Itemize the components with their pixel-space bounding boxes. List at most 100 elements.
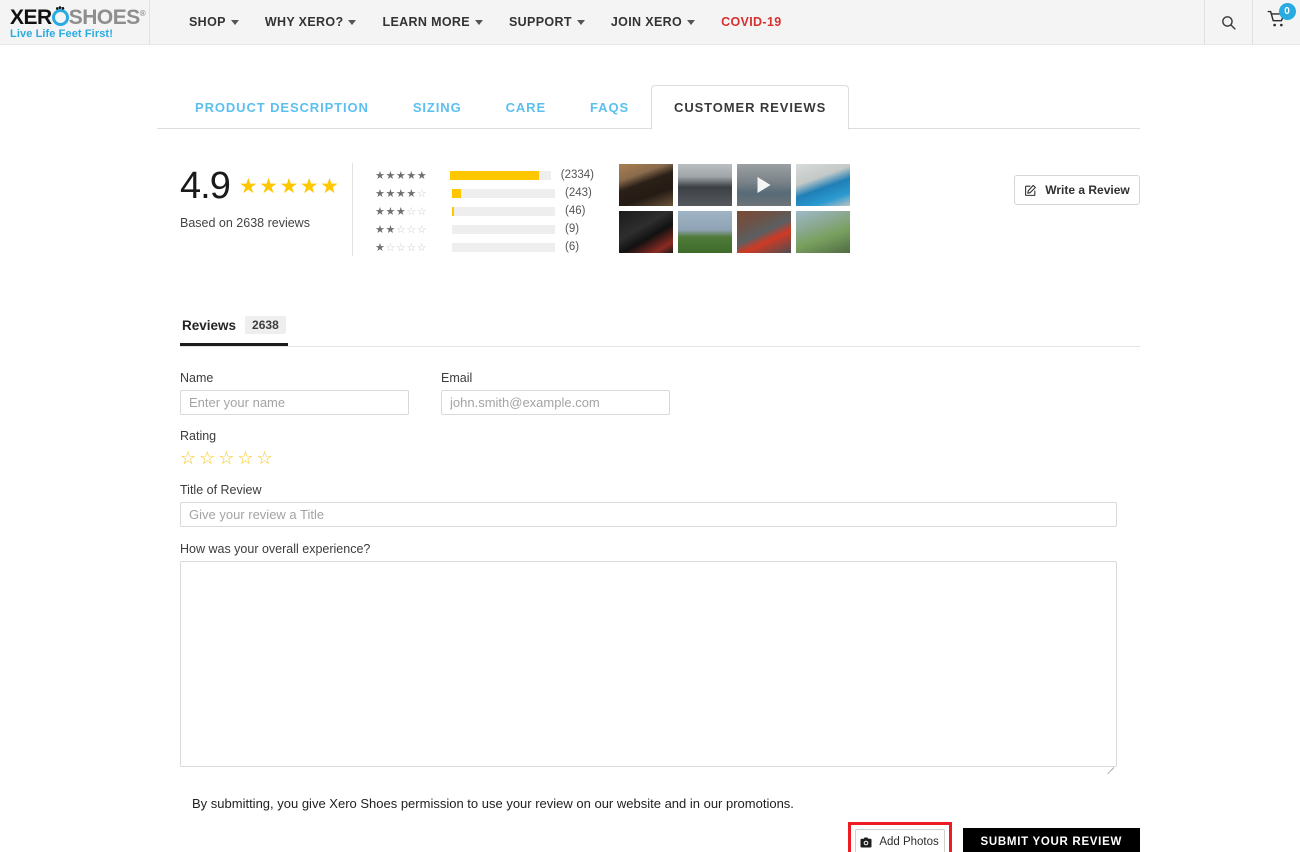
email-field-group: Email	[441, 371, 670, 415]
histogram-stars: ★★★☆☆	[375, 205, 428, 218]
histogram-row[interactable]: ★★☆☆☆ (9)	[375, 220, 594, 238]
review-form: Name Email Rating ☆☆☆☆☆ Title of Review …	[180, 371, 1140, 852]
pencil-square-icon	[1025, 184, 1037, 196]
gallery-thumb-street-video[interactable]	[736, 163, 792, 207]
histogram-bar-track	[452, 188, 555, 198]
tab-care[interactable]: CARE	[484, 100, 568, 129]
tab-customer-reviews[interactable]: CUSTOMER REVIEWS	[651, 85, 850, 130]
rating-star-input[interactable]: ☆☆☆☆☆	[180, 448, 1140, 468]
histogram-count: (243)	[565, 187, 592, 199]
consent-text: By submitting, you give Xero Shoes permi…	[192, 796, 794, 811]
camera-icon	[860, 837, 872, 847]
tab-sizing[interactable]: SIZING	[391, 100, 484, 129]
nav-item-support[interactable]: SUPPORT	[496, 15, 598, 29]
page-body: PRODUCT DESCRIPTION SIZING CARE FAQS CUS…	[0, 84, 1300, 852]
nav-item-learn-more[interactable]: LEARN MORE	[369, 15, 496, 29]
gallery-thumb-red-gray-shoes[interactable]	[736, 210, 792, 254]
histogram-row[interactable]: ★★★☆☆ (46)	[375, 202, 594, 220]
customer-photo-gallery	[618, 163, 855, 258]
nav-item-label: WHY XERO?	[264, 15, 344, 29]
rating-histogram: ★★★★★ (2334) ★★★★☆ (243) ★★★☆☆ (46) ★★☆☆…	[352, 163, 594, 256]
search-button[interactable]	[1204, 0, 1252, 45]
nav-item-join-xero[interactable]: JOIN XERO	[598, 15, 708, 29]
experience-field-group: How was your overall experience?	[180, 542, 1140, 775]
average-score-value: 4.9	[180, 165, 231, 207]
nav-item-label: SUPPORT	[508, 15, 572, 29]
registered-mark: ®	[139, 8, 146, 18]
write-a-review-button[interactable]: Write a Review	[1014, 175, 1140, 205]
review-summary: 4.9 ★★★★★ Based on 2638 reviews ★★★★★ (2…	[180, 163, 1140, 258]
add-photos-label: Add Photos	[879, 836, 939, 848]
histogram-bar-track	[450, 170, 551, 180]
experience-textarea[interactable]	[180, 561, 1117, 767]
logo-wordmark: XER SHOES®	[10, 4, 149, 28]
histogram-bar-track	[452, 224, 555, 234]
logo-xero-text: XER	[10, 5, 52, 29]
email-label: Email	[441, 371, 473, 385]
write-a-review-label: Write a Review	[1045, 183, 1130, 197]
cart-count-badge: 0	[1278, 3, 1296, 20]
average-score-row: 4.9 ★★★★★	[180, 167, 352, 205]
gallery-thumb-person-blue-jacket[interactable]	[677, 163, 733, 207]
tab-faqs[interactable]: FAQS	[568, 100, 651, 129]
product-tabs-list: PRODUCT DESCRIPTION SIZING CARE FAQS CUS…	[157, 84, 1300, 130]
form-actions: Add Photos SUBMIT YOUR REVIEW	[180, 822, 1140, 852]
title-label: Title of Review	[180, 483, 262, 497]
nav-item-label: JOIN XERO	[610, 15, 683, 29]
gallery-thumb-black-shoe-laces[interactable]	[618, 210, 674, 254]
logo-shoes-text: SHOES	[68, 5, 141, 29]
rating-field-group: Rating ☆☆☆☆☆	[180, 429, 1140, 468]
gallery-thumb-hiker-hilltop[interactable]	[677, 210, 733, 254]
histogram-row[interactable]: ★☆☆☆☆ (6)	[375, 238, 594, 256]
histogram-row[interactable]: ★★★★★ (2334)	[375, 166, 594, 184]
tab-reviews[interactable]: Reviews 2638	[180, 312, 288, 346]
name-label: Name	[180, 371, 214, 385]
gallery-thumb-dark-shoes[interactable]	[618, 163, 674, 207]
reviews-content: 4.9 ★★★★★ Based on 2638 reviews ★★★★★ (2…	[0, 163, 1300, 852]
rating-label: Rating	[180, 429, 217, 443]
name-input[interactable]	[180, 390, 409, 415]
review-count-text: Based on 2638 reviews	[180, 216, 310, 230]
add-photos-button[interactable]: Add Photos	[854, 829, 945, 852]
average-score-stars: ★★★★★	[238, 174, 341, 198]
histogram-bar-track	[452, 242, 555, 252]
experience-textarea-wrapper	[180, 561, 1117, 775]
nav-item-shop[interactable]: SHOP	[176, 15, 252, 29]
gallery-thumb-blue-sandals[interactable]	[795, 163, 851, 207]
play-icon	[757, 177, 771, 193]
histogram-count: (46)	[565, 205, 586, 217]
nav-utility-icons: 0	[1204, 0, 1300, 45]
chevron-down-icon	[474, 19, 483, 25]
submit-review-button[interactable]: SUBMIT YOUR REVIEW	[962, 828, 1140, 852]
product-tabs: PRODUCT DESCRIPTION SIZING CARE FAQS CUS…	[0, 84, 1300, 130]
chevron-down-icon	[230, 19, 239, 25]
gallery-thumb-landscape-field[interactable]	[795, 210, 851, 254]
site-logo[interactable]: XER SHOES® Live Life Feet First!	[0, 0, 150, 44]
main-menu: SHOP WHY XERO? LEARN MORE SUPPORT JOIN X…	[150, 0, 1204, 44]
chevron-down-icon	[576, 19, 585, 25]
footprint-o-icon	[51, 5, 69, 26]
review-title-input[interactable]	[180, 502, 1117, 527]
top-navigation-bar: XER SHOES® Live Life Feet First! SHOP WHY…	[0, 0, 1300, 45]
histogram-stars: ★★☆☆☆	[375, 223, 428, 236]
nav-item-label: COVID-19	[721, 15, 782, 29]
tab-reviews-label: Reviews	[182, 317, 237, 333]
tab-reviews-count-badge: 2638	[245, 316, 286, 334]
cart-button[interactable]: 0	[1252, 0, 1300, 45]
nav-item-label: LEARN MORE	[382, 15, 470, 29]
add-photos-highlight: Add Photos	[847, 822, 952, 852]
nav-item-covid-19[interactable]: COVID-19	[708, 15, 794, 29]
histogram-count: (9)	[565, 223, 580, 235]
histogram-bar-fill	[450, 170, 540, 180]
email-input[interactable]	[441, 390, 670, 415]
title-field-group: Title of Review	[180, 483, 1140, 527]
nav-item-why-xero[interactable]: WHY XERO?	[252, 15, 370, 29]
histogram-stars: ★★★★★	[375, 169, 428, 182]
histogram-count: (6)	[565, 241, 580, 253]
cart-icon-wrapper: 0	[1267, 3, 1296, 34]
histogram-bar-fill	[452, 188, 462, 198]
tab-product-description[interactable]: PRODUCT DESCRIPTION	[157, 100, 391, 129]
chevron-down-icon	[687, 19, 696, 25]
histogram-row[interactable]: ★★★★☆ (243)	[375, 184, 594, 202]
name-field-group: Name	[180, 371, 409, 415]
